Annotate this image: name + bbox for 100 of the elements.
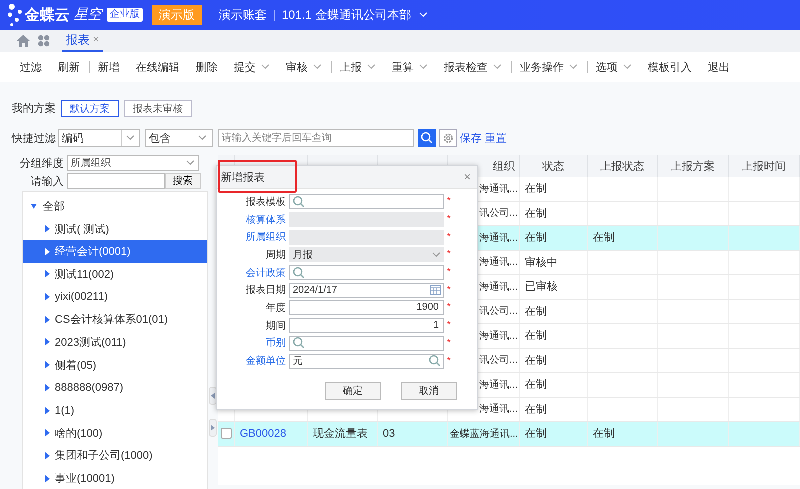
required-mark: * <box>447 232 451 243</box>
chevron-icon <box>493 64 502 70</box>
apps-icon <box>38 35 50 47</box>
search-field[interactable] <box>67 173 165 189</box>
settings-button[interactable] <box>439 129 457 147</box>
tree-item[interactable]: 集团和子公司(1000) <box>23 444 207 468</box>
tree-item[interactable]: 1(1) <box>23 399 207 422</box>
field-select[interactable]: 编码 <box>58 129 140 147</box>
field-link[interactable]: 币别 <box>217 336 286 350</box>
table-cell: 03 <box>378 422 448 446</box>
toolbar-button[interactable]: 在线编辑 <box>128 56 188 78</box>
search-icon <box>293 337 305 350</box>
expand-caret-icon[interactable] <box>45 429 50 438</box>
operator-select[interactable]: 包含 <box>145 129 213 147</box>
tree-item[interactable]: 全部 <box>23 195 207 218</box>
toolbar-button[interactable]: 提交 <box>226 56 278 78</box>
expand-caret-icon[interactable] <box>45 338 50 346</box>
input-field[interactable]: 2024/1/17 <box>289 282 444 298</box>
row-checkbox[interactable] <box>221 428 232 440</box>
field-link[interactable]: 核算体系 <box>217 212 286 227</box>
search-button[interactable] <box>418 129 436 147</box>
table-cell: 在制 <box>520 226 588 250</box>
toolbar-button[interactable]: 新增 <box>90 56 128 78</box>
input-field[interactable]: 月报 <box>289 247 444 262</box>
toolbar-button[interactable]: 刷新 <box>50 56 90 78</box>
table-cell: 在制 <box>520 324 588 348</box>
toolbar-button[interactable]: 选项 <box>588 56 640 78</box>
input-field[interactable]: 1900 <box>289 300 444 316</box>
toolbar-button[interactable]: 重算 <box>384 56 436 78</box>
filter-label: 快捷过滤 <box>12 132 56 146</box>
save-link[interactable]: 保存 <box>460 130 482 146</box>
chevron-icon <box>367 64 376 70</box>
collapse-caret-icon[interactable] <box>31 204 37 209</box>
search-icon <box>429 355 441 368</box>
toolbar-button[interactable]: 报表检查 <box>436 56 512 78</box>
toolbar-button[interactable]: 上报 <box>332 56 384 78</box>
field-link[interactable]: 金额单位 <box>217 354 286 368</box>
expand-caret-icon[interactable] <box>45 384 50 392</box>
home-icon <box>17 35 30 47</box>
toolbar-button[interactable]: 过滤 <box>12 56 50 78</box>
reset-link[interactable]: 重置 <box>485 130 507 146</box>
required-mark: * <box>447 356 451 367</box>
account-name[interactable]: 演示账套 <box>219 6 267 24</box>
expand-caret-icon[interactable] <box>45 270 50 278</box>
chevron-icon <box>313 64 322 70</box>
input-field[interactable] <box>289 336 444 351</box>
search-button[interactable]: 搜索 <box>165 173 201 189</box>
table-cell: 在制 <box>520 422 588 446</box>
expand-caret-icon[interactable] <box>45 316 50 324</box>
table-row[interactable]: GB00028 现金流量表 03 金蝶蓝海通讯... 在制 在制 <box>218 422 800 446</box>
toolbar-button[interactable]: 删除 <box>188 56 226 78</box>
tree-item[interactable]: 事业(10001) <box>23 467 207 489</box>
input-field[interactable]: 元 <box>289 354 444 369</box>
field-link[interactable]: 所属组织 <box>217 230 286 244</box>
expand-caret-icon[interactable] <box>45 225 50 234</box>
toolbar-button[interactable]: 审核 <box>278 56 332 78</box>
dimension-select[interactable]: 所属组织 <box>67 155 199 171</box>
tree-item[interactable]: 888888(0987) <box>23 376 207 400</box>
table-cell: 现金流量表 <box>308 422 378 446</box>
tree-item[interactable]: yixi(00211) <box>23 286 207 308</box>
toolbar-button[interactable]: 模板引入 <box>640 56 700 78</box>
organization-name[interactable]: 101.1 金蝶通讯公司本部 <box>282 6 412 24</box>
required-mark: * <box>447 302 451 314</box>
table-cell: 在制 <box>520 202 588 225</box>
tree-item[interactable]: 测试11(002) <box>23 263 207 286</box>
expand-caret-icon[interactable] <box>45 452 50 460</box>
toolbar-button[interactable]: 业务操作 <box>512 56 588 78</box>
chevron-icon <box>186 160 195 166</box>
expand-handle[interactable] <box>209 419 217 437</box>
scheme-button[interactable]: 报表未审核 <box>124 100 192 117</box>
table-cell: 在制 <box>520 398 588 421</box>
code-link[interactable]: GB00028 <box>235 422 308 446</box>
tree-item[interactable]: 2023测试(011) <box>23 331 207 354</box>
input-field[interactable] <box>289 265 444 280</box>
expand-caret-icon[interactable] <box>45 361 50 370</box>
input-field[interactable]: 1 <box>289 318 444 334</box>
scheme-label: 我的方案 <box>12 102 56 116</box>
expand-caret-icon[interactable] <box>45 406 50 415</box>
scheme-button[interactable]: 默认方案 <box>61 100 119 117</box>
expand-caret-icon[interactable] <box>45 293 50 302</box>
field-label: 年度 <box>265 302 286 315</box>
expand-caret-icon[interactable] <box>45 474 50 483</box>
toolbar-button[interactable]: 退出 <box>700 56 738 78</box>
dialog-button[interactable]: 确定 <box>325 382 381 400</box>
table-cell: 在制 <box>520 300 588 323</box>
required-mark: * <box>447 338 451 349</box>
search-field[interactable]: 请输入关键字后回车查询 <box>218 129 414 147</box>
tree-item[interactable]: 经营会计(0001) <box>23 240 207 264</box>
tree-item[interactable]: 测试( 测试) <box>23 218 207 240</box>
tree-item[interactable]: 侧着(05) <box>23 354 207 376</box>
dimension-label: 分组维度 <box>20 156 64 170</box>
product-name: 星空 <box>74 6 102 24</box>
field-label: 周期 <box>265 248 286 262</box>
tree-item[interactable]: 啥的(100) <box>23 422 207 445</box>
dialog-button[interactable]: 取消 <box>401 382 457 400</box>
tree-item[interactable]: CS会计核算体系01(01) <box>23 308 207 332</box>
chevron-icon <box>569 64 578 70</box>
calendar-icon <box>430 285 441 296</box>
table-cell: 在制 <box>520 177 588 200</box>
input-field[interactable] <box>289 194 444 210</box>
